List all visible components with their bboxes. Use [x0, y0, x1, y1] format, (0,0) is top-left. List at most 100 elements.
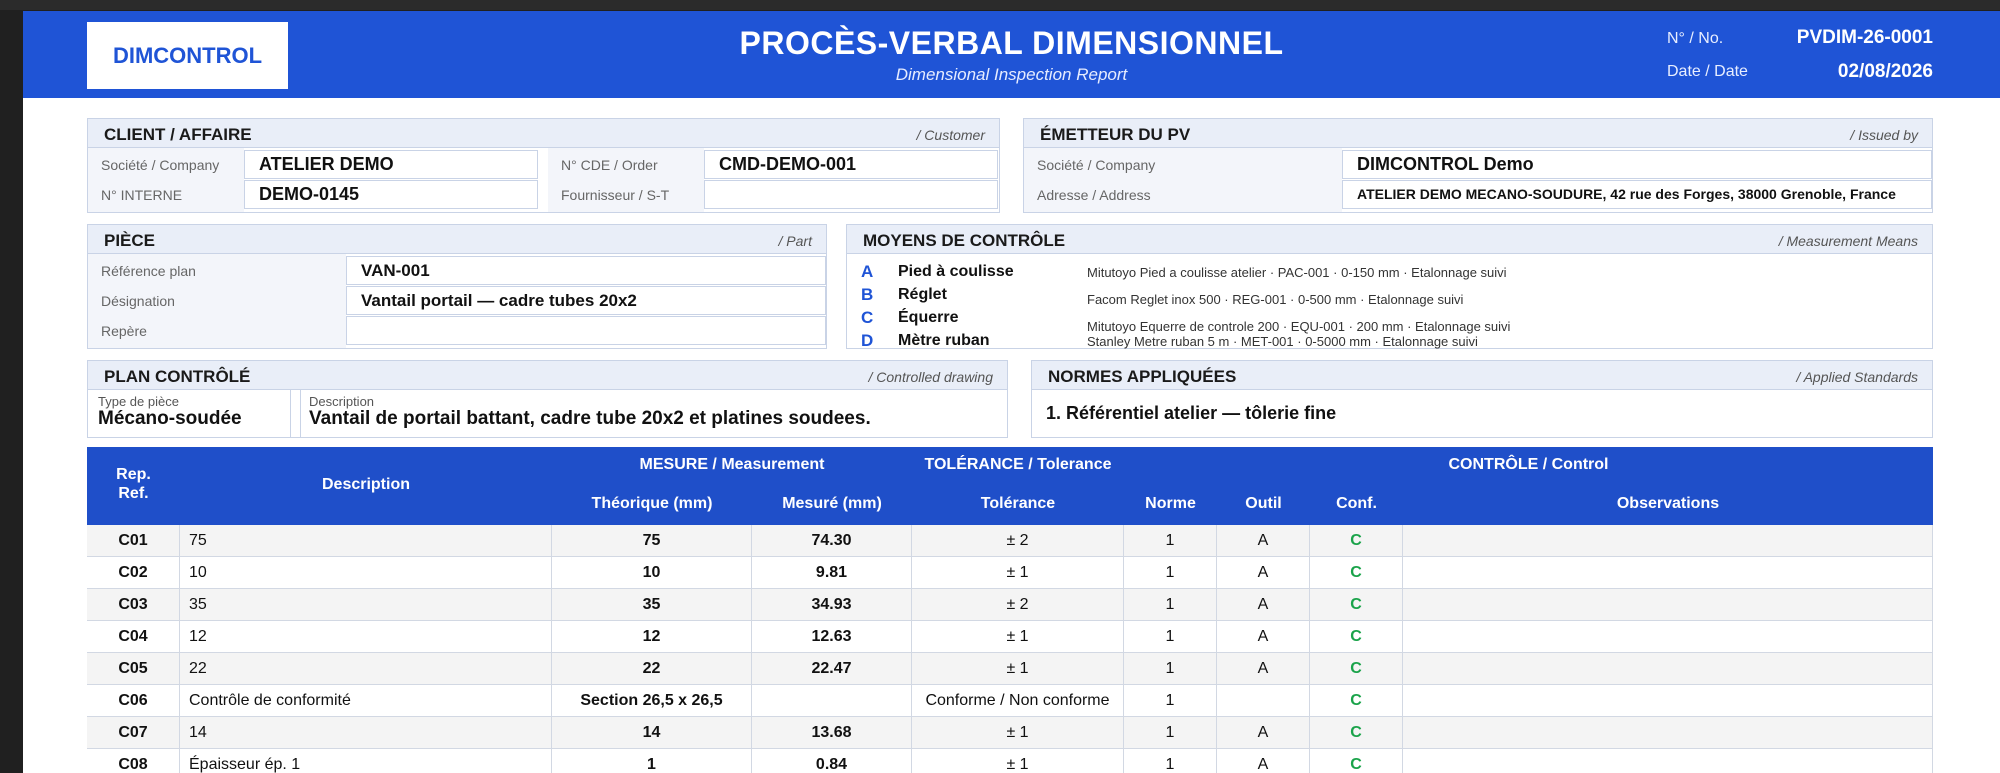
cell-tool — [1217, 685, 1310, 717]
cell-measured: 74.30 — [752, 525, 912, 557]
issuer-company-label: Société / Company — [1037, 157, 1156, 173]
cell-conformity: C — [1310, 749, 1403, 773]
plan-desc-cell: Description Vantail de portail battant, … — [300, 390, 1007, 437]
col-rep-header: Rep. — [116, 466, 151, 483]
col-norm-header: Norme — [1145, 495, 1196, 512]
cell-tool: A — [1217, 653, 1310, 685]
cell-measured: 9.81 — [752, 557, 912, 589]
cell-description: 14 — [180, 717, 552, 749]
cell-theoretical: 1 — [552, 749, 752, 773]
col-description-header: Description — [321, 476, 410, 493]
cell-theoretical: 10 — [552, 557, 752, 589]
cell-measured: 34.93 — [752, 589, 912, 621]
cell-conformity: C — [1310, 717, 1403, 749]
col-tolerance-header: Tolérance — [980, 495, 1056, 512]
issuer-address-field: ATELIER DEMO MECANO-SOUDURE, 42 rue des … — [1342, 180, 1932, 209]
cell-observations — [1403, 749, 1933, 773]
report-number-label: N° / No. — [1667, 30, 1724, 47]
part-section-header: PIÈCE / Part — [88, 225, 826, 254]
cell-norm: 1 — [1124, 525, 1217, 557]
means-letter: D — [861, 331, 874, 350]
col-ref-header: Ref. — [118, 485, 149, 502]
cell-ref: C04 — [87, 621, 180, 653]
client-order-field: CMD-DEMO-001 — [704, 150, 998, 179]
client-company-label: Société / Company — [101, 157, 220, 173]
cell-observations — [1403, 621, 1933, 653]
cell-measured: 12.63 — [752, 621, 912, 653]
cell-norm: 1 — [1124, 621, 1217, 653]
report-header: DIMCONTROL PROCÈS-VERBAL DIMENSIONNEL Di… — [23, 11, 2000, 98]
cell-tool: A — [1217, 749, 1310, 773]
table-row: C01 75 75 74.30 ± 21AC — [87, 525, 1933, 557]
means-name: Pied à coulisse — [898, 263, 1014, 280]
cell-theoretical: 12 — [552, 621, 752, 653]
table-row: C05 22 22 22.47 ± 11AC — [87, 653, 1933, 685]
part-desig-label: Désignation — [101, 293, 175, 309]
client-section: CLIENT / AFFAIRE / Customer Société / Co… — [87, 118, 1000, 213]
plan-section: PLAN CONTRÔLÉ / Controlled drawing Type … — [87, 360, 1008, 438]
means-letter: A — [861, 262, 874, 281]
cell-observations — [1403, 589, 1933, 621]
means-name: Mètre ruban — [898, 332, 990, 349]
col-conf-header: Conf. — [1336, 495, 1377, 512]
table-row: C03 35 35 34.93 ± 21AC — [87, 589, 1933, 621]
cell-theoretical: 22 — [552, 653, 752, 685]
report-date: 02/08/2026 — [1837, 61, 1933, 82]
plan-desc-label: Description — [309, 394, 375, 409]
cell-tolerance: ± 1 — [912, 557, 1124, 589]
issuer-company-field: DIMCONTROL Demo — [1342, 150, 1932, 179]
cell-ref: C01 — [87, 525, 180, 557]
table-row: C08 Épaisseur ép. 1 1 0.84 ± 11AC — [87, 749, 1933, 773]
cell-tool: A — [1217, 589, 1310, 621]
issuer-section: ÉMETTEUR DU PV / Issued by Société / Com… — [1023, 118, 1933, 213]
cell-tolerance: ± 1 — [912, 749, 1124, 773]
issuer-section-header: ÉMETTEUR DU PV / Issued by — [1024, 119, 1932, 148]
col-measured-header: Mesuré (mm) — [782, 495, 882, 512]
issuer-section-title-en: / Issued by — [1850, 127, 1918, 143]
client-section-header: CLIENT / AFFAIRE / Customer — [88, 119, 999, 148]
cell-theoretical: Section 26,5 x 26,5 — [552, 685, 752, 717]
cell-conformity: C — [1310, 685, 1403, 717]
cell-conformity: C — [1310, 621, 1403, 653]
window-top-strip — [0, 0, 2000, 10]
cell-conformity: C — [1310, 525, 1403, 557]
cell-tolerance: ± 2 — [912, 525, 1124, 557]
means-section-title-en: / Measurement Means — [1778, 233, 1918, 249]
cell-description: Épaisseur ép. 1 — [180, 749, 552, 773]
client-section-title: CLIENT / AFFAIRE — [104, 125, 252, 144]
part-ref-field: VAN-001 — [346, 256, 826, 285]
means-name: Réglet — [898, 286, 947, 303]
cell-measured — [752, 685, 912, 717]
part-mark-label: Repère — [101, 323, 147, 339]
cell-measured: 0.84 — [752, 749, 912, 773]
group-measure-header: MESURE / Measurement — [639, 456, 825, 473]
cell-ref: C07 — [87, 717, 180, 749]
cell-theoretical: 75 — [552, 525, 752, 557]
group-tolerance-header: TOLÉRANCE / Tolerance — [924, 456, 1112, 473]
standards-item: 1. Référentiel atelier — tôlerie fine — [1046, 403, 1337, 423]
client-company-field: ATELIER DEMO — [244, 150, 538, 179]
table-row: C04 12 12 12.63 ± 11AC — [87, 621, 1933, 653]
table-row: C02 10 10 9.81 ± 11AC — [87, 557, 1933, 589]
issuer-section-title: ÉMETTEUR DU PV — [1040, 125, 1191, 144]
plan-section-header: PLAN CONTRÔLÉ / Controlled drawing — [88, 361, 1007, 390]
part-ref-label: Référence plan — [101, 263, 196, 279]
client-supplier-field — [704, 180, 998, 209]
plan-type-label: Type de pièce — [98, 394, 179, 409]
cell-theoretical: 35 — [552, 589, 752, 621]
cell-description: 75 — [180, 525, 552, 557]
issuer-address-label: Adresse / Address — [1037, 187, 1151, 203]
client-section-title-en: / Customer — [916, 127, 985, 143]
cell-norm: 1 — [1124, 653, 1217, 685]
standards-section-title: NORMES APPLIQUÉES — [1048, 367, 1237, 386]
cell-description: 10 — [180, 557, 552, 589]
cell-tool: A — [1217, 717, 1310, 749]
cell-ref: C06 — [87, 685, 180, 717]
col-tool-header: Outil — [1245, 495, 1282, 512]
cell-tolerance: ± 1 — [912, 653, 1124, 685]
cell-tolerance: ± 1 — [912, 621, 1124, 653]
cell-conformity: C — [1310, 589, 1403, 621]
cell-norm: 1 — [1124, 717, 1217, 749]
means-section: MOYENS DE CONTRÔLE / Measurement Means A… — [846, 224, 1933, 350]
table-row: C06 Contrôle de conformité Section 26,5 x … — [87, 685, 1933, 717]
